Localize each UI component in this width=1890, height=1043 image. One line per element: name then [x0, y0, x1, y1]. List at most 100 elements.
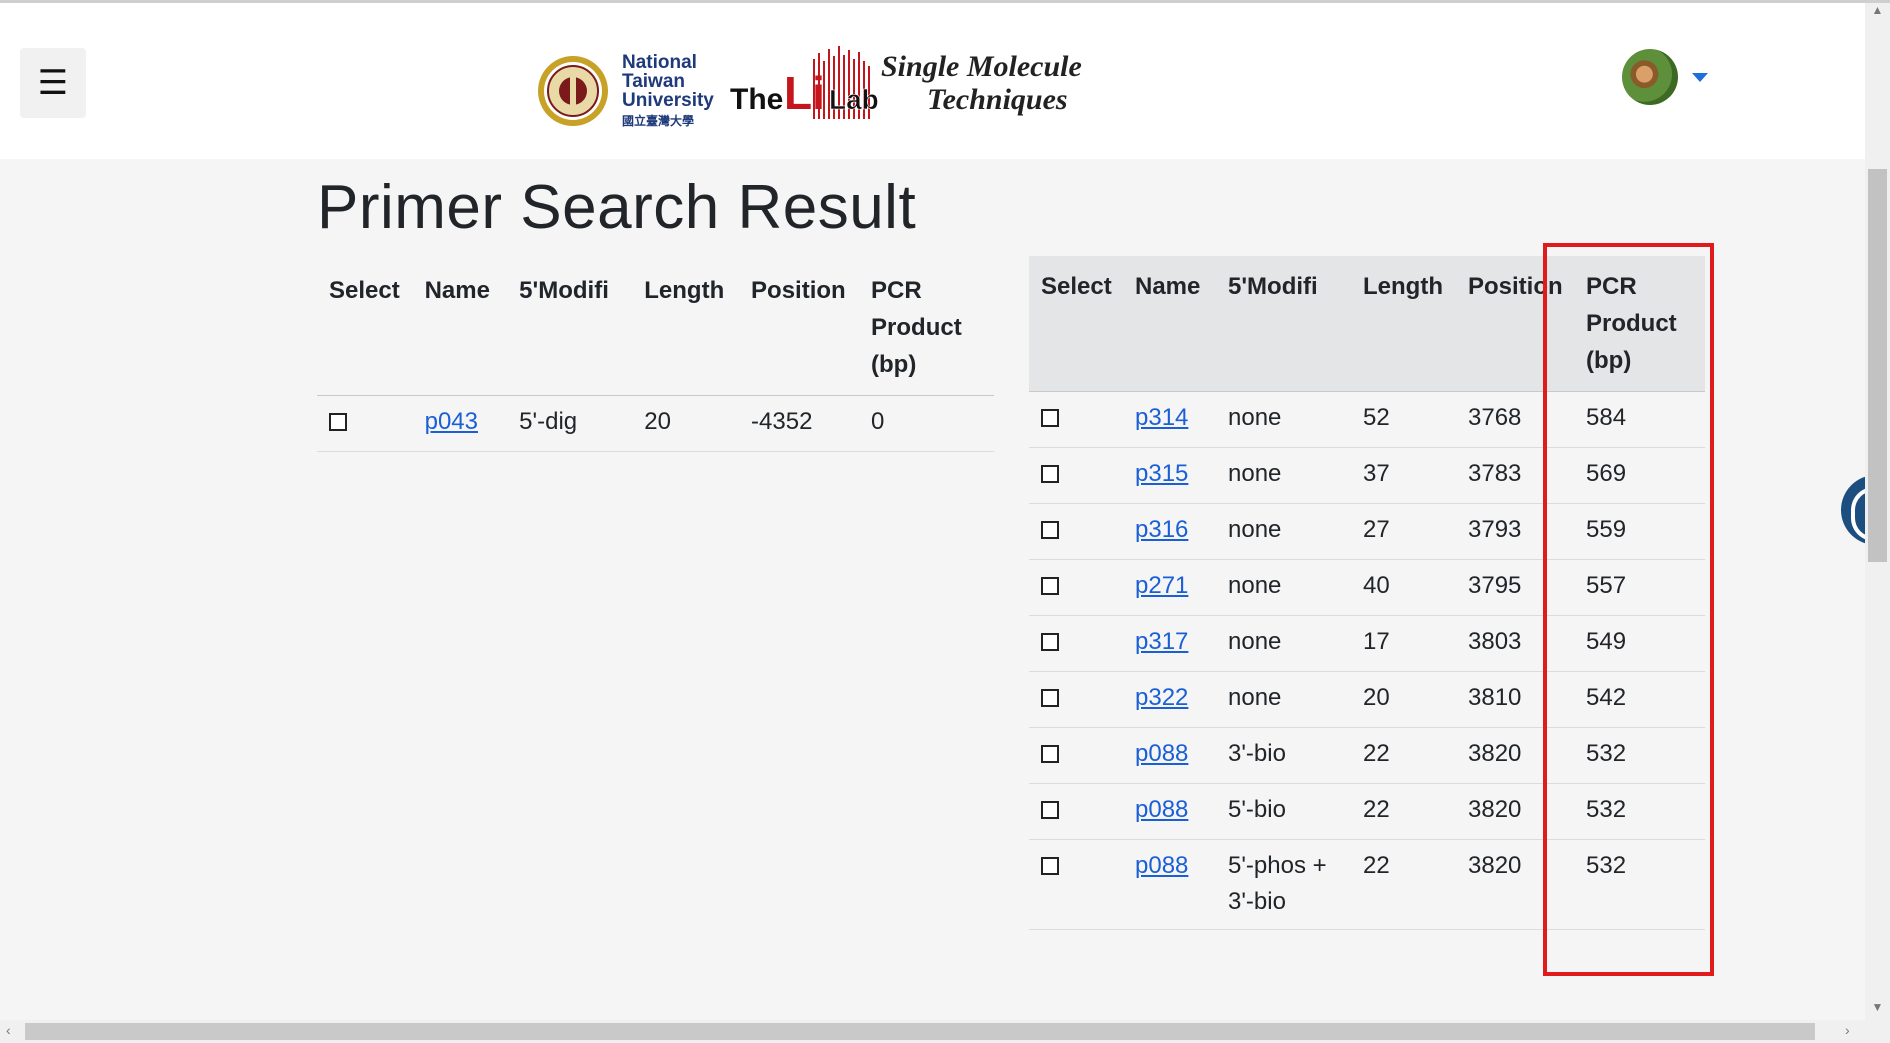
cell-length: 37 — [1351, 447, 1456, 504]
select-checkbox[interactable] — [1041, 689, 1059, 707]
cell-length: 40 — [1351, 559, 1456, 616]
caret-down-icon[interactable] — [1692, 72, 1708, 82]
cell-length: 22 — [1351, 783, 1456, 840]
cell-pcr-product: 569 — [1574, 447, 1705, 504]
cell-position: 3793 — [1456, 503, 1574, 560]
left-results-table: Select Name 5'Modifi Length Position PCR… — [317, 260, 994, 452]
cell-modification: 5'-dig — [507, 395, 633, 452]
cell-length: 52 — [1351, 391, 1456, 448]
col-header-select: Select — [1041, 273, 1112, 300]
cell-modification: none — [1216, 671, 1351, 728]
logo-text-li: Li — [784, 67, 825, 119]
primer-link[interactable]: p088 — [1135, 852, 1188, 879]
primer-link[interactable]: p088 — [1135, 740, 1188, 767]
cell-position: 3803 — [1456, 615, 1574, 672]
site-logo[interactable]: National Taiwan University 國立臺灣大學 The Li… — [535, 41, 1100, 133]
primer-link[interactable]: p322 — [1135, 684, 1188, 711]
table-row: p043 5'-dig 20 -4352 0 — [317, 395, 994, 452]
cell-modification: none — [1216, 559, 1351, 616]
scroll-up-icon[interactable]: ▲ — [1865, 3, 1890, 23]
logo-text-the: The — [730, 83, 783, 116]
table-row: p088 5'-phos + 3'-bio 22 3820 532 — [1029, 839, 1705, 930]
table-row: p314 none 52 3768 584 — [1029, 391, 1705, 448]
hamburger-icon: ☰ — [37, 64, 69, 102]
col-header-modification: 5'Modifi — [519, 277, 609, 304]
cell-modification: 5'-phos + 3'-bio — [1216, 839, 1351, 930]
table-row: p088 5'-bio 22 3820 532 — [1029, 783, 1705, 840]
col-header-modification: 5'Modifi — [1228, 273, 1318, 300]
primer-link[interactable]: p315 — [1135, 460, 1188, 487]
select-checkbox[interactable] — [1041, 465, 1059, 483]
scroll-down-icon[interactable]: ▼ — [1865, 1000, 1890, 1020]
user-avatar[interactable] — [1622, 49, 1678, 105]
cell-length: 17 — [1351, 615, 1456, 672]
primer-link[interactable]: p314 — [1135, 404, 1188, 431]
cell-pcr-product: 559 — [1574, 503, 1705, 560]
select-checkbox[interactable] — [329, 413, 347, 431]
cell-length: 20 — [1351, 671, 1456, 728]
table-row: p322 none 20 3810 542 — [1029, 671, 1705, 728]
cell-modification: none — [1216, 447, 1351, 504]
right-results-table: Select Name 5'Modifi Length Position PCR… — [1029, 256, 1705, 930]
logo-text-national: National — [622, 52, 697, 73]
select-checkbox[interactable] — [1041, 577, 1059, 595]
cell-pcr-product: 532 — [1574, 839, 1705, 930]
select-checkbox[interactable] — [1041, 409, 1059, 427]
primer-link[interactable]: p316 — [1135, 516, 1188, 543]
cell-modification: none — [1216, 615, 1351, 672]
logo-text-university: University — [622, 90, 714, 111]
logo-tagline-1: Single Molecule — [881, 50, 1082, 83]
menu-toggle-button[interactable]: ☰ — [20, 48, 86, 118]
scroll-right-icon[interactable]: › — [1845, 1022, 1850, 1038]
col-header-length: Length — [644, 277, 725, 304]
cell-position: -4352 — [739, 395, 860, 452]
select-checkbox[interactable] — [1041, 857, 1059, 875]
vertical-scrollbar[interactable]: ▲ ▼ — [1865, 3, 1890, 1020]
horizontal-scrollbar[interactable]: ‹ › — [0, 1020, 1890, 1043]
table-row: p315 none 37 3783 569 — [1029, 447, 1705, 504]
select-checkbox[interactable] — [1041, 521, 1059, 539]
cell-pcr-product: 532 — [1574, 783, 1705, 840]
table-row: p316 none 27 3793 559 — [1029, 503, 1705, 560]
cell-length: 22 — [1351, 839, 1456, 930]
cell-pcr-product: 532 — [1574, 727, 1705, 784]
cell-pcr-product: 584 — [1574, 391, 1705, 448]
vertical-scroll-thumb[interactable] — [1868, 169, 1887, 562]
cell-position: 3820 — [1456, 727, 1574, 784]
col-header-name: Name — [1135, 273, 1201, 300]
cell-length: 20 — [632, 395, 740, 452]
select-checkbox[interactable] — [1041, 745, 1059, 763]
primer-link[interactable]: p088 — [1135, 796, 1188, 823]
logo-tagline-2: Techniques — [927, 83, 1068, 116]
cell-pcr-product: 542 — [1574, 671, 1705, 728]
cell-length: 22 — [1351, 727, 1456, 784]
primer-link[interactable]: p317 — [1135, 628, 1188, 655]
cell-modification: 5'-bio — [1216, 783, 1351, 840]
primer-link[interactable]: p043 — [425, 408, 478, 435]
university-seal-icon — [538, 56, 608, 126]
cell-modification: none — [1216, 391, 1351, 448]
primer-link[interactable]: p271 — [1135, 572, 1188, 599]
cell-modification: 3'-bio — [1216, 727, 1351, 784]
logo-text-chinese: 國立臺灣大學 — [622, 113, 694, 128]
cell-modification: none — [1216, 503, 1351, 560]
col-header-pcr-product: PCR Product (bp) — [871, 277, 962, 378]
cell-position: 3810 — [1456, 671, 1574, 728]
horizontal-scroll-thumb[interactable] — [25, 1023, 1815, 1040]
cell-position: 3820 — [1456, 783, 1574, 840]
site-header: ☰ National Taiwan University 國立臺灣大學 The … — [0, 3, 1865, 159]
logo-text-lab: Lab — [829, 84, 879, 115]
cell-length: 27 — [1351, 503, 1456, 560]
col-header-position: Position — [1468, 273, 1563, 300]
cell-position: 3820 — [1456, 839, 1574, 930]
cell-pcr-product: 557 — [1574, 559, 1705, 616]
user-menu[interactable] — [1622, 49, 1708, 105]
select-checkbox[interactable] — [1041, 801, 1059, 819]
scroll-left-icon[interactable]: ‹ — [6, 1022, 11, 1038]
cell-position: 3795 — [1456, 559, 1574, 616]
table-row: p088 3'-bio 22 3820 532 — [1029, 727, 1705, 784]
select-checkbox[interactable] — [1041, 633, 1059, 651]
cell-position: 3783 — [1456, 447, 1574, 504]
col-header-name: Name — [424, 277, 490, 304]
cell-pcr-product: 549 — [1574, 615, 1705, 672]
